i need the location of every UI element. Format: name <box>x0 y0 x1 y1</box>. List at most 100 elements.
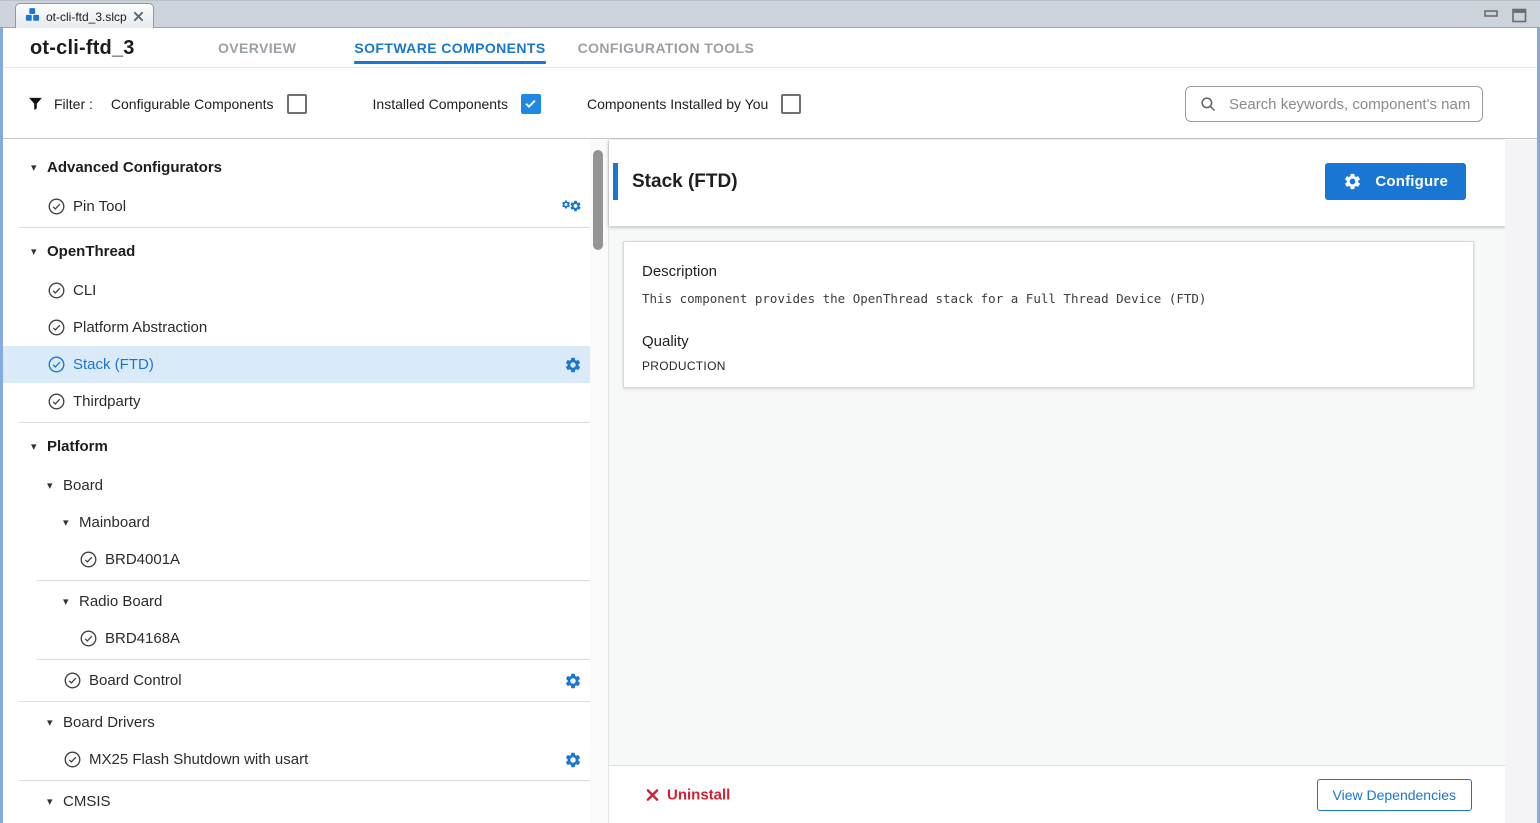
accent-bar <box>613 163 618 200</box>
slcp-project-icon <box>25 7 40 27</box>
checkbox-label: Configurable Components <box>111 96 274 112</box>
tree-item-label: Advanced Configurators <box>47 159 222 176</box>
tree-item-label: Board <box>63 477 103 494</box>
filter-group-configurable-components: Configurable Components <box>111 94 307 114</box>
tree-scrollbar-thumb[interactable] <box>593 150 603 250</box>
tree-node-platform[interactable]: ▾Platform <box>3 425 590 467</box>
gear-icon[interactable] <box>564 751 582 769</box>
installed-check-icon <box>47 318 66 337</box>
component-tree: ▾Advanced ConfiguratorsPin Tool▾OpenThre… <box>3 140 590 823</box>
double-gear-icon[interactable] <box>561 196 582 217</box>
tab-overview[interactable]: OVERVIEW <box>218 28 296 68</box>
tree-item-label: Thirdparty <box>73 393 141 410</box>
panel-gutter <box>1505 140 1537 823</box>
close-icon[interactable] <box>133 11 144 22</box>
chevron-down-icon[interactable]: ▾ <box>47 716 63 729</box>
installed-check-icon <box>47 281 66 300</box>
checkbox-label: Components Installed by You <box>587 96 768 112</box>
filter-label: Filter : <box>54 96 93 112</box>
tree-item-cli[interactable]: CLI <box>3 272 590 309</box>
description-heading: Description <box>642 263 1453 280</box>
checkbox-components-installed-by-you[interactable] <box>781 94 801 114</box>
installed-check-icon <box>47 197 66 216</box>
tree-node-advanced-configurators[interactable]: ▾Advanced Configurators <box>3 146 590 188</box>
description-card: Description This component provides the … <box>623 241 1474 388</box>
maximize-icon[interactable] <box>1511 7 1528 24</box>
tree-item-label: MX25 Flash Shutdown with usart <box>89 751 308 768</box>
tree-node-board[interactable]: ▾Board <box>3 467 590 504</box>
installed-check-icon <box>47 392 66 411</box>
slcp-editor: ot-cli-ftd_3 OVERVIEW SOFTWARE COMPONENTS… <box>3 28 1537 823</box>
tree-item-label: Stack (FTD) <box>73 356 154 373</box>
chevron-down-icon[interactable]: ▾ <box>63 595 79 608</box>
red-x-icon <box>646 788 659 801</box>
components-content: ▾Advanced ConfiguratorsPin Tool▾OpenThre… <box>3 140 1537 823</box>
editor-tab[interactable]: ot-cli-ftd_3.slcp <box>15 3 154 29</box>
detail-header: Stack (FTD) Configure <box>609 140 1506 226</box>
filter-bar: Filter : Configurable Components Installe… <box>3 69 1537 139</box>
checkbox-label: Installed Components <box>373 96 508 112</box>
editor-view-tabs: OVERVIEW SOFTWARE COMPONENTS CONFIGURATION… <box>218 28 754 68</box>
chevron-down-icon[interactable]: ▾ <box>47 479 63 492</box>
uninstall-button[interactable]: Uninstall <box>646 786 730 803</box>
gear-icon[interactable] <box>564 356 582 374</box>
tree-node-openthread[interactable]: ▾OpenThread <box>3 230 590 272</box>
tab-configuration-tools[interactable]: CONFIGURATION TOOLS <box>578 28 755 68</box>
tree-divider <box>36 659 590 660</box>
search-input[interactable] <box>1227 95 1472 114</box>
checkbox-configurable-components[interactable] <box>287 94 307 114</box>
chevron-down-icon[interactable]: ▾ <box>31 161 47 174</box>
tree-item-label: Radio Board <box>79 593 162 610</box>
tree-item-brd4168a[interactable]: BRD4168A <box>3 620 590 657</box>
tree-node-cmsis[interactable]: ▾CMSIS <box>3 783 590 820</box>
minimize-icon[interactable] <box>1483 7 1499 23</box>
quality-value: PRODUCTION <box>642 359 1453 373</box>
installed-check-icon <box>63 671 82 690</box>
page-title: ot-cli-ftd_3 <box>30 28 135 68</box>
description-text: This component provides the OpenThread s… <box>642 291 1453 306</box>
chevron-down-icon[interactable]: ▾ <box>63 516 79 529</box>
tree-item-label: Platform Abstraction <box>73 319 207 336</box>
tree-item-label: Board Drivers <box>63 714 155 731</box>
tree-item-label: BRD4001A <box>105 551 180 568</box>
tree-item-platform-abstraction[interactable]: Platform Abstraction <box>3 309 590 346</box>
chevron-down-icon[interactable]: ▾ <box>31 440 47 453</box>
tree-divider <box>19 227 590 228</box>
tree-item-label: BRD4168A <box>105 630 180 647</box>
installed-check-icon <box>63 750 82 769</box>
tree-item-brd4001a[interactable]: BRD4001A <box>3 541 590 578</box>
checkbox-installed-components[interactable] <box>521 94 541 114</box>
tree-item-pin-tool[interactable]: Pin Tool <box>3 188 590 225</box>
tree-item-stack-ftd[interactable]: Stack (FTD) <box>3 346 590 383</box>
tab-software-components[interactable]: SOFTWARE COMPONENTS <box>354 28 545 68</box>
chevron-down-icon[interactable]: ▾ <box>47 795 63 808</box>
filter-group-installed-components: Installed Components <box>373 94 541 114</box>
tree-item-mx25-flash-shutdown-with-usart[interactable]: MX25 Flash Shutdown with usart <box>3 741 590 778</box>
tree-item-label: CMSIS <box>63 793 111 810</box>
uninstall-button-label: Uninstall <box>667 786 730 803</box>
tree-item-label: Pin Tool <box>73 198 126 215</box>
tree-item-label: CLI <box>73 282 96 299</box>
tree-divider <box>19 422 590 423</box>
tree-scrollbar-track[interactable] <box>590 140 608 823</box>
tree-node-radio-board[interactable]: ▾Radio Board <box>3 583 590 620</box>
quality-heading: Quality <box>642 333 1453 350</box>
search-box <box>1185 86 1483 122</box>
tree-node-board-drivers[interactable]: ▾Board Drivers <box>3 704 590 741</box>
configure-button[interactable]: Configure <box>1325 163 1466 200</box>
tree-item-label: Board Control <box>89 672 182 689</box>
filter-group-components-installed-by-you: Components Installed by You <box>587 94 801 114</box>
chevron-down-icon[interactable]: ▾ <box>31 245 47 258</box>
editor-tab-bar: ot-cli-ftd_3.slcp <box>0 0 1540 28</box>
tree-item-label: Mainboard <box>79 514 150 531</box>
tree-node-mainboard[interactable]: ▾Mainboard <box>3 504 590 541</box>
tree-item-board-control[interactable]: Board Control <box>3 662 590 699</box>
view-dependencies-button[interactable]: View Dependencies <box>1317 779 1473 811</box>
detail-action-bar: Uninstall View Dependencies <box>609 765 1506 823</box>
filter-funnel-icon <box>27 95 44 112</box>
component-detail-panel: Stack (FTD) Configure Description This c… <box>608 140 1505 823</box>
gear-icon[interactable] <box>564 672 582 690</box>
tree-divider <box>19 780 590 781</box>
tree-item-label: OpenThread <box>47 243 135 260</box>
tree-item-thirdparty[interactable]: Thirdparty <box>3 383 590 420</box>
